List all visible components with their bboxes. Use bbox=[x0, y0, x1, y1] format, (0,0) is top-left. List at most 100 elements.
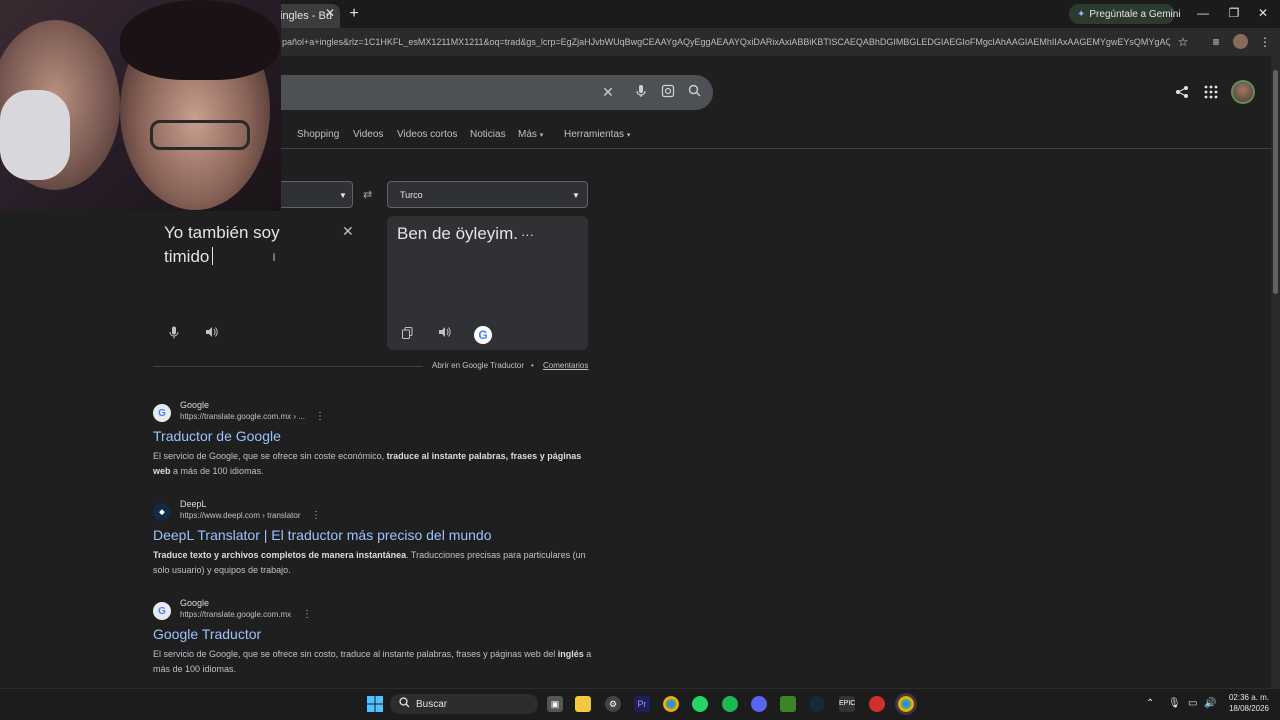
restore-icon[interactable]: ❐ bbox=[1226, 6, 1242, 20]
tray-display-icon[interactable]: ▭ bbox=[1188, 698, 1197, 709]
tab-videos[interactable]: Videos bbox=[353, 129, 383, 140]
result-site: DeepL bbox=[180, 499, 207, 509]
result-more-icon[interactable]: ⋮ bbox=[311, 510, 321, 521]
result-title[interactable]: DeepL Translator | El traductor más prec… bbox=[153, 527, 492, 543]
translation-listen-icon[interactable] bbox=[436, 326, 452, 342]
snippet-text: El servicio de Google, que se ofrece sin… bbox=[153, 451, 387, 461]
result-title[interactable]: Google Traductor bbox=[153, 626, 261, 642]
headphones bbox=[0, 90, 70, 180]
snippet-text: El servicio de Google, que se ofrece sin… bbox=[153, 649, 558, 659]
clock-time: 02:36 a. m. bbox=[1228, 693, 1269, 702]
google-favicon-icon: G bbox=[153, 404, 171, 422]
tab-short-videos[interactable]: Videos cortos bbox=[397, 129, 457, 140]
result-url[interactable]: https://translate.google.com.mx bbox=[180, 610, 291, 619]
deepl-favicon-icon: ◆ bbox=[153, 503, 171, 521]
result-snippet: El servicio de Google, que se ofrece sin… bbox=[153, 647, 598, 677]
translator-divider bbox=[153, 366, 423, 367]
source-mic-icon[interactable] bbox=[166, 326, 182, 342]
close-window-icon[interactable]: ✕ bbox=[1255, 6, 1271, 20]
webcam-overlay bbox=[0, 0, 281, 211]
gemini-label: Pregúntale a Gemini bbox=[1089, 8, 1181, 20]
result-site: Google bbox=[180, 400, 210, 410]
spotify-icon[interactable] bbox=[722, 696, 738, 712]
apps-grid-icon[interactable] bbox=[1203, 85, 1219, 101]
new-tab-icon[interactable]: + bbox=[346, 6, 362, 22]
target-lang-caret-icon: ▼ bbox=[572, 191, 580, 200]
text-cursor bbox=[212, 247, 214, 265]
google-favicon-icon: G bbox=[153, 602, 171, 620]
url-field[interactable]: pañol+a+ingles&rlz=1C1HKFL_esMX1211MX121… bbox=[282, 37, 1170, 47]
feedback-link[interactable]: Comentarios bbox=[543, 361, 588, 370]
media-control-icon[interactable]: ≡ bbox=[1209, 35, 1223, 49]
windows-start-icon[interactable] bbox=[367, 696, 383, 712]
taskbar-search-label: Buscar bbox=[416, 698, 448, 710]
google-logo-icon[interactable]: G bbox=[474, 326, 492, 344]
voice-search-icon[interactable] bbox=[633, 84, 649, 100]
tools-caret-icon: ▾ bbox=[626, 132, 631, 139]
chrome-active-icon[interactable] bbox=[898, 696, 914, 712]
tab-more-label: Más bbox=[518, 129, 537, 140]
app-red-icon[interactable] bbox=[869, 696, 885, 712]
clear-source-icon[interactable]: ✕ bbox=[342, 223, 354, 240]
steam-icon[interactable] bbox=[809, 696, 825, 712]
result-more-icon[interactable]: ⋮ bbox=[302, 609, 312, 620]
bookmark-star-icon[interactable]: ☆ bbox=[1176, 35, 1190, 49]
taskbar-search-icon bbox=[399, 697, 410, 711]
result-more-icon[interactable]: ⋮ bbox=[315, 411, 325, 422]
snippet-bold: inglés bbox=[557, 649, 584, 659]
minecraft-icon[interactable] bbox=[780, 696, 796, 712]
premiere-icon[interactable]: Pr bbox=[634, 696, 650, 712]
copy-icon[interactable] bbox=[399, 327, 415, 343]
result-snippet: El servicio de Google, que se ofrece sin… bbox=[153, 449, 598, 479]
lens-search-icon[interactable] bbox=[660, 84, 676, 100]
task-view-icon[interactable]: ▣ bbox=[547, 696, 563, 712]
source-text-line2: timido bbox=[164, 247, 210, 266]
tab-tools-label: Herramientas bbox=[564, 129, 625, 140]
settings-gear-icon[interactable]: ⚙ bbox=[605, 696, 621, 712]
tab-more[interactable]: Más ▾ bbox=[518, 129, 543, 140]
hair bbox=[120, 0, 280, 80]
result-title[interactable]: Traductor de Google bbox=[153, 428, 281, 444]
tab-shopping[interactable]: Shopping bbox=[297, 129, 339, 140]
menu-dots-icon[interactable]: ⋮ bbox=[1258, 35, 1272, 49]
gemini-button[interactable]: ✦ Pregúntale a Gemini bbox=[1069, 4, 1181, 24]
open-in-translate-link[interactable]: Abrir en Google Traductor bbox=[432, 361, 524, 370]
nav-divider bbox=[281, 148, 1280, 149]
file-explorer-icon[interactable] bbox=[575, 696, 591, 712]
whatsapp-icon[interactable] bbox=[692, 696, 708, 712]
snippet-bold: Traduce texto y archivos completos de ma… bbox=[153, 550, 407, 560]
clock-date: 18/08/2026 bbox=[1228, 704, 1269, 713]
discord-icon[interactable] bbox=[751, 696, 767, 712]
share-icon[interactable] bbox=[1174, 85, 1190, 101]
account-avatar[interactable] bbox=[1231, 80, 1255, 104]
tray-volume-icon[interactable]: 🔊 bbox=[1204, 698, 1216, 709]
epic-games-icon[interactable]: EPIC bbox=[839, 696, 855, 712]
result-url[interactable]: https://www.deepl.com › translator bbox=[180, 511, 301, 520]
taskbar-clock[interactable]: 02:36 a. m. 18/08/2026 bbox=[1223, 692, 1269, 714]
clear-search-icon[interactable]: ✕ bbox=[600, 84, 616, 100]
source-text-input[interactable]: Yo también soy timido bbox=[164, 221, 314, 269]
result-site: Google bbox=[180, 598, 210, 608]
scrollbar-thumb[interactable] bbox=[1273, 70, 1278, 294]
taskbar-search[interactable]: Buscar bbox=[390, 694, 538, 714]
ibeam-cursor-icon: I bbox=[272, 252, 276, 264]
tray-mic-icon[interactable]: 🎙 bbox=[1168, 698, 1181, 709]
chrome-icon[interactable] bbox=[663, 696, 679, 712]
swap-languages-icon[interactable]: ⇄ bbox=[363, 188, 372, 201]
profile-avatar-small[interactable] bbox=[1233, 34, 1248, 49]
tab-tools[interactable]: Herramientas ▾ bbox=[564, 129, 630, 140]
glasses bbox=[150, 120, 250, 150]
footer-separator: • bbox=[531, 361, 534, 370]
tab-close-icon[interactable]: ✕ bbox=[323, 6, 337, 20]
tab-news[interactable]: Noticias bbox=[470, 129, 506, 140]
minimize-icon[interactable]: — bbox=[1195, 6, 1211, 20]
tray-chevron-icon[interactable]: ⌃ bbox=[1146, 698, 1154, 709]
source-listen-icon[interactable] bbox=[203, 326, 219, 342]
more-caret-icon: ▾ bbox=[539, 132, 544, 139]
target-language-select[interactable]: Turco bbox=[387, 181, 588, 208]
translation-text: Ben de öyleyim. bbox=[397, 224, 518, 243]
result-snippet: Traduce texto y archivos completos de ma… bbox=[153, 548, 598, 578]
result-url[interactable]: https://translate.google.com.mx › ... bbox=[180, 412, 305, 421]
search-icon[interactable] bbox=[686, 84, 702, 100]
source-lang-caret-icon: ▼ bbox=[339, 191, 347, 200]
